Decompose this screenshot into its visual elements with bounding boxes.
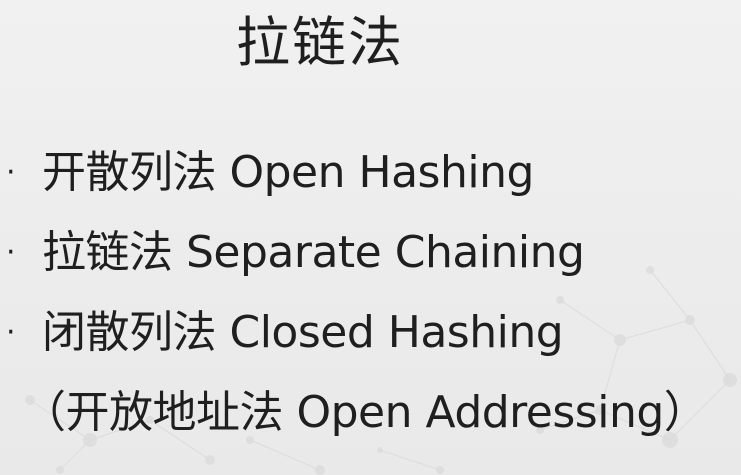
bullet-dot-icon: · <box>6 315 16 350</box>
bullet-dot-icon: · <box>6 155 16 190</box>
bullet-text: 开散列法 Open Hashing <box>42 147 534 198</box>
bullet-dot-icon: · <box>6 235 16 270</box>
bullet-continuation-open-addressing: （开放地址法 Open Addressing） <box>22 387 708 438</box>
bullet-text: 拉链法 Separate Chaining <box>42 227 585 278</box>
slide-title: 拉链法 <box>236 11 404 74</box>
slide: 拉链法 · 开散列法 Open Hashing · 拉链法 Separate C… <box>0 0 741 475</box>
bullet-text: 闭散列法 Closed Hashing <box>42 307 564 358</box>
